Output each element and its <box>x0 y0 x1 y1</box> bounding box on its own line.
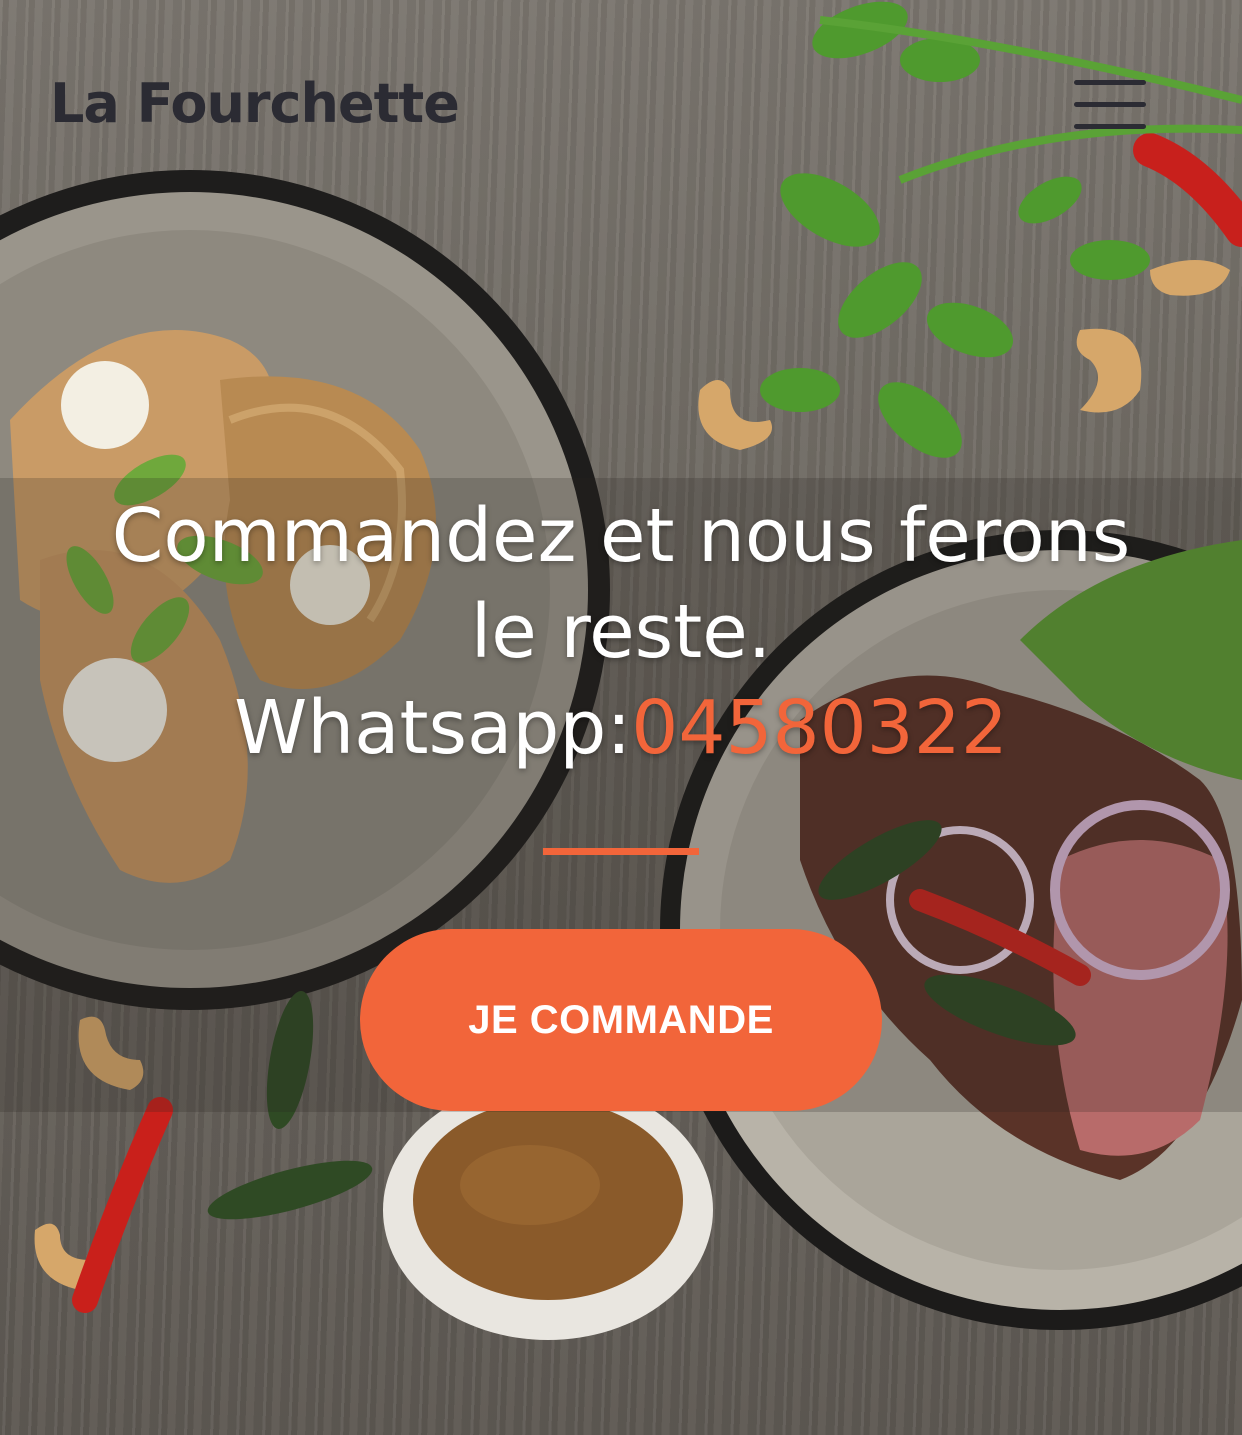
order-button[interactable]: JE COMMANDE <box>360 929 882 1111</box>
whatsapp-number[interactable]: 04580322 <box>631 685 1008 771</box>
hamburger-menu-icon-bar <box>1074 124 1146 129</box>
headline-line-1: Commandez et nous ferons <box>111 493 1131 579</box>
hamburger-menu-icon-bar <box>1074 102 1146 107</box>
whatsapp-label: Whatsapp: <box>234 685 632 771</box>
hamburger-menu-icon <box>1074 80 1146 85</box>
brand-logo[interactable]: La Fourchette <box>50 72 460 135</box>
menu-toggle-button[interactable] <box>1070 76 1150 138</box>
accent-divider <box>543 848 699 855</box>
hero-headline: Commandez et nous ferons le reste. Whats… <box>20 488 1222 776</box>
headline-line-2: le reste. <box>470 589 772 675</box>
whatsapp-line: Whatsapp:04580322 <box>20 680 1222 776</box>
sauce-bowl <box>383 1080 713 1340</box>
parsley <box>760 1 1242 458</box>
